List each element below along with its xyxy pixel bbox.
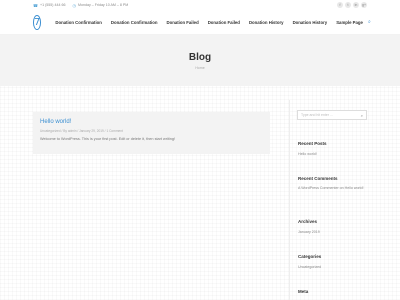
categories-title: Categories	[298, 254, 322, 259]
sidebar-search-input[interactable]: Type and hit enter ... ⌕	[297, 110, 367, 120]
recent-comments-title: Recent Comments	[298, 176, 338, 181]
twitter-icon[interactable]: t	[345, 2, 351, 8]
nav-item-donation-failed[interactable]: Donation Failed	[166, 20, 198, 25]
recent-comment-link[interactable]: A WordPress Commenter on Hello world!	[298, 185, 370, 192]
clock-icon: ◷	[72, 2, 76, 8]
sidebar-divider	[289, 100, 290, 300]
category-link[interactable]: Uncategorized	[298, 264, 321, 271]
nav-item-donation-history-2[interactable]: Donation History	[293, 20, 328, 25]
top-bar: ☎ +1 (555) 444 66 ◷ Monday – Friday 10 A…	[0, 0, 400, 10]
sidebar: Type and hit enter ... ⌕	[297, 110, 369, 120]
nav-item-donation-confirmation[interactable]: Donation Confirmation	[55, 20, 102, 25]
logo-glyph: 7	[34, 16, 41, 28]
archives-title: Archives	[298, 219, 318, 224]
nav-item-donation-confirmation-2[interactable]: Donation Confirmation	[111, 20, 158, 25]
nav-item-sample-page[interactable]: Sample Page	[336, 20, 363, 25]
site-logo[interactable]: 7	[33, 14, 42, 30]
linkedin-icon[interactable]: in	[353, 2, 359, 8]
page-title: Blog	[188, 51, 212, 63]
breadcrumb[interactable]: Home	[195, 66, 205, 70]
post-meta: Uncategorized / By admin / January 29, 2…	[40, 129, 123, 133]
page-title-area: Blog Home	[0, 35, 400, 86]
post-title[interactable]: Hello world!	[40, 119, 263, 125]
nav-item-donation-failed-2[interactable]: Donation Failed	[208, 20, 240, 25]
archive-link[interactable]: January 2019	[298, 229, 320, 236]
recent-posts-title: Recent Posts	[298, 141, 327, 146]
phone-text: +1 (555) 444 66	[39, 3, 66, 7]
main-nav: Donation Confirmation Donation Confirmat…	[46, 20, 363, 25]
post-excerpt: Welcome to WordPress. This is your first…	[40, 137, 176, 141]
hours-info: ◷ Monday – Friday 10 AM – 8 PM	[72, 3, 128, 8]
googleplus-icon[interactable]: g+	[361, 2, 367, 8]
search-icon[interactable]: ⌕	[368, 19, 371, 25]
facebook-icon[interactable]: f	[337, 2, 343, 8]
hours-text: Monday – Friday 10 AM – 8 PM	[77, 3, 129, 7]
phone-icon: ☎	[33, 2, 38, 8]
phone-info: ☎ +1 (555) 444 66	[33, 3, 65, 8]
recent-post-link[interactable]: Hello world!	[298, 151, 317, 158]
post-card: Hello world! Uncategorized / By admin / …	[33, 112, 270, 154]
search-icon[interactable]: ⌕	[361, 113, 363, 118]
site-header: 7 Donation Confirmation Donation Confirm…	[0, 10, 400, 35]
meta-title: Meta	[298, 289, 309, 294]
search-placeholder: Type and hit enter ...	[301, 113, 333, 117]
nav-item-donation-history[interactable]: Donation History	[249, 20, 284, 25]
social-links: f t in g+	[337, 2, 367, 8]
